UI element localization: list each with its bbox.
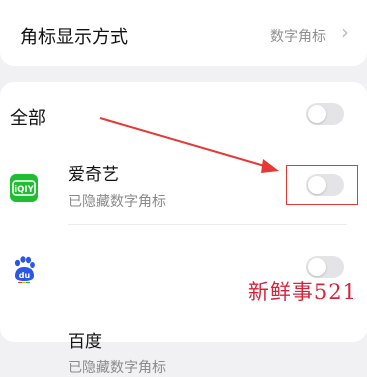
app-name-baidu: 百度: [68, 332, 102, 352]
annotation-arrow: [99, 117, 279, 173]
watermark: 新鲜事521: [247, 280, 357, 304]
annotation-highlight-box: [286, 165, 358, 205]
app-status-baidu: 已隐藏数字角标: [68, 360, 166, 376]
